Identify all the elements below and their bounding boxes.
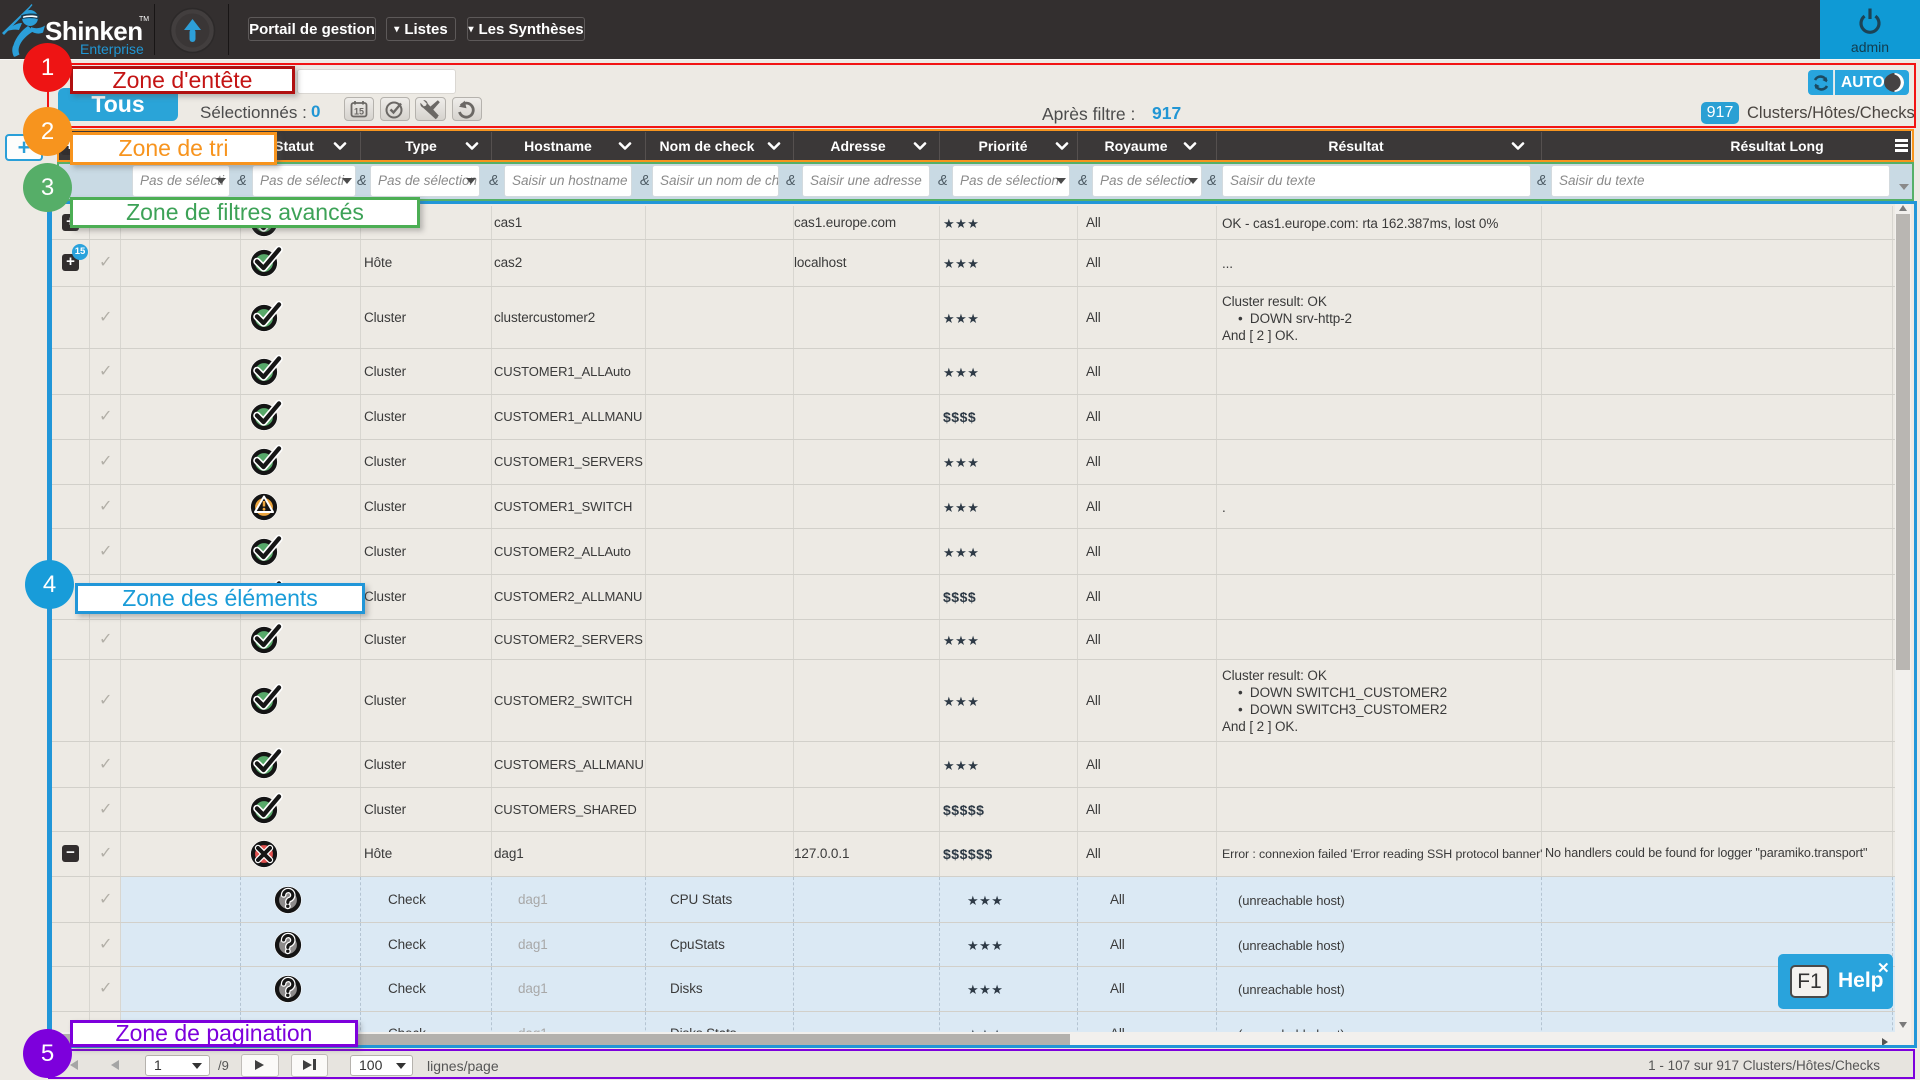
svg-text:15: 15 [354,107,364,117]
